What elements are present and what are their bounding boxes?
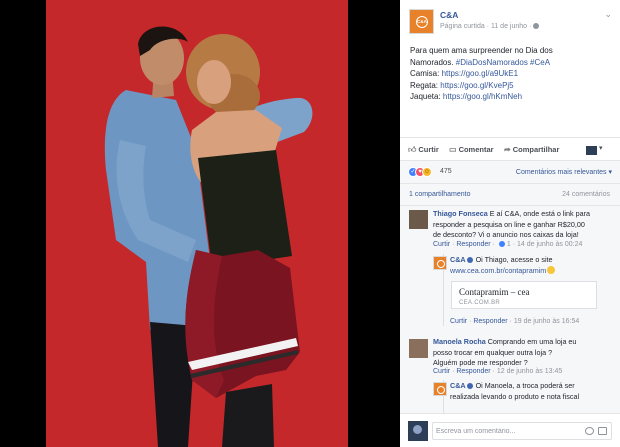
product-link[interactable]: https://goo.gl/hKmNeh <box>443 92 522 101</box>
comment-text: Manoela Rocha Comprando em uma loja eu p… <box>433 337 576 369</box>
product-label: Jaqueta: <box>410 92 443 102</box>
comment-reply-link[interactable]: Responder <box>473 318 507 325</box>
globe-icon <box>533 23 540 29</box>
comment-line: posso trocar em qualquer outra loja ? <box>433 347 553 357</box>
post-stats: 1 compartilhamento 24 comentários <box>400 184 620 206</box>
comment-line: Thiago Fonseca E aí C&A, onde está o lin… <box>433 209 590 220</box>
post-text-fragment: Namorados. <box>410 57 456 67</box>
comment-input[interactable] <box>436 425 576 438</box>
comment-line: realizada levando o produto e nota fisca… <box>450 391 580 401</box>
reply-link[interactable]: www.cea.com.br/contapramim <box>450 266 546 275</box>
comment-text-fragment: Oi Manoela, a troca poderá ser <box>475 381 575 390</box>
comment-author[interactable]: Thiago Fonseca <box>433 209 488 218</box>
couple-illustration <box>46 0 348 447</box>
brand-logo: C&A <box>416 16 428 28</box>
verified-badge-icon <box>466 383 473 389</box>
avatar[interactable] <box>433 256 447 270</box>
camera-icon[interactable] <box>585 427 594 435</box>
sticker-icon[interactable] <box>598 427 607 435</box>
like-button[interactable]: 👍︎ Curtir <box>408 145 439 155</box>
product-link-row: Regata: https://goo.gl/KvePj5 <box>410 80 610 92</box>
comment-reply-link[interactable]: Responder <box>456 368 490 375</box>
link-card-title: Contapramim – cea <box>459 287 530 297</box>
comment-author[interactable]: C&A <box>450 381 466 390</box>
comment-text: Thiago Fonseca E aí C&A, onde está o lin… <box>433 209 590 241</box>
comment-like-count[interactable]: 1 <box>507 241 511 248</box>
post-text-line: Namorados. #DiaDosNamorados #CeA <box>410 57 610 69</box>
reply-text: C&A Oi Thiago, acesse o site www.cea.com… <box>450 255 556 277</box>
avatar[interactable] <box>408 421 428 441</box>
post-photo[interactable] <box>46 0 348 447</box>
comment-line: www.cea.com.br/contapramim <box>450 265 556 277</box>
chevron-down-icon[interactable]: ⌄ <box>604 9 612 20</box>
comment-author[interactable]: Manoela Rocha <box>433 337 486 346</box>
page-avatar[interactable]: C&A <box>409 9 434 34</box>
post-action-bar: 👍︎ Curtir ▭ Comentar ➦ Compartilhar ▾ <box>400 137 620 161</box>
comment-reply-link[interactable]: Responder <box>456 241 490 248</box>
reactions-summary: ✓ ♥ ☺ 475 Comentários mais relevantes ▾ <box>400 161 620 184</box>
product-link-row: Jaqueta: https://goo.gl/hKmNeh <box>410 91 610 103</box>
verified-badge-icon <box>466 257 473 263</box>
comment-sort-dropdown[interactable]: Comentários mais relevantes ▾ <box>516 168 612 176</box>
post-date[interactable]: Página curtida · 11 de junho · <box>440 23 531 30</box>
comment-text-fragment: Comprando em uma loja eu <box>487 337 577 346</box>
avatar[interactable] <box>409 339 428 358</box>
smile-emoji-icon <box>547 265 556 274</box>
comment-meta: Curtir · Responder · 12 de junho às 13:4… <box>433 368 563 375</box>
comment-text-fragment: E aí C&A, onde está o link para <box>489 209 591 218</box>
comment-button[interactable]: ▭ Comentar <box>449 145 494 154</box>
comment-meta: Curtir · Responder · 1 · 14 de junho às … <box>433 241 583 248</box>
comment-timestamp[interactable]: 19 de junho às 16:54 <box>514 318 579 325</box>
share-count-link[interactable]: 1 compartilhamento <box>409 191 470 198</box>
product-link[interactable]: https://goo.gl/a9UkE1 <box>442 69 519 78</box>
product-label: Regata: <box>410 80 441 90</box>
comment-text-fragment: Oi Thiago, acesse o site <box>475 255 553 264</box>
caret-down-icon[interactable]: ▾ <box>599 144 603 152</box>
like-count-icon <box>498 241 505 247</box>
share-label: Compartilhar <box>512 145 560 154</box>
comment-composer <box>400 413 620 447</box>
hashtag-link[interactable]: #DiaDosNamorados #CeA <box>456 58 550 67</box>
post-text: Para quem ama surpreender no Dia dos Nam… <box>410 45 610 103</box>
like-label: Curtir <box>418 145 439 154</box>
comment-timestamp[interactable]: 12 de junho às 13:45 <box>497 368 562 375</box>
comment-timestamp[interactable]: 14 de junho às 00:24 <box>517 241 582 248</box>
avatar[interactable] <box>409 210 428 229</box>
thumbs-up-icon: 👍︎ <box>408 145 417 154</box>
page-name-link[interactable]: C&A <box>440 10 458 20</box>
acting-as-avatar[interactable] <box>586 146 597 155</box>
product-link-row: Camisa: https://goo.gl/a9UkE1 <box>410 68 610 80</box>
avatar[interactable] <box>433 382 447 396</box>
comment-author[interactable]: C&A <box>450 255 466 264</box>
post-header: C&A C&A Página curtida · 11 de junho · ⌄ <box>408 7 614 37</box>
comment-line: Manoela Rocha Comprando em uma loja eu <box>433 337 576 348</box>
comment-like-link[interactable]: Curtir <box>433 241 450 248</box>
post-text-line: Para quem ama surpreender no Dia dos <box>410 46 553 55</box>
haha-reaction-icon[interactable]: ☺ <box>422 167 432 177</box>
comment-count[interactable]: 24 comentários <box>562 191 610 198</box>
comment-label: Comentar <box>458 145 494 154</box>
comment-line: responder a pesquisa on line e ganhar R$… <box>433 219 585 229</box>
reply-text: C&A Oi Manoela, a troca poderá ser reali… <box>450 381 579 402</box>
share-arrow-icon: ➦ <box>504 145 511 154</box>
comment-meta: Curtir · Responder · 19 de junho às 16:5… <box>450 318 580 325</box>
comment-like-link[interactable]: Curtir <box>433 368 450 375</box>
comment-line: C&A Oi Thiago, acesse o site <box>450 255 555 266</box>
post-side-panel: C&A C&A Página curtida · 11 de junho · ⌄… <box>400 0 620 447</box>
share-button[interactable]: ➦ Compartilhar <box>504 145 559 154</box>
comment-input-box[interactable] <box>432 422 612 440</box>
link-preview-card[interactable]: Contapramim – cea CEA.COM.BR <box>451 281 597 309</box>
product-link[interactable]: https://goo.gl/KvePj5 <box>440 81 513 90</box>
comment-line: C&A Oi Manoela, a troca poderá ser <box>450 381 579 392</box>
comment-like-link[interactable]: Curtir <box>450 318 467 325</box>
speech-bubble-icon: ▭ <box>449 145 457 154</box>
comments-list: Thiago Fonseca E aí C&A, onde está o lin… <box>400 206 620 413</box>
reaction-count[interactable]: 475 <box>440 168 452 175</box>
comment-line: de desconto? Vi o anuncio nos caixas da … <box>433 230 579 240</box>
product-label: Camisa: <box>410 69 442 79</box>
link-card-domain: CEA.COM.BR <box>459 300 501 306</box>
post-meta: Página curtida · 11 de junho · <box>440 23 540 30</box>
photo-viewer <box>0 0 400 447</box>
